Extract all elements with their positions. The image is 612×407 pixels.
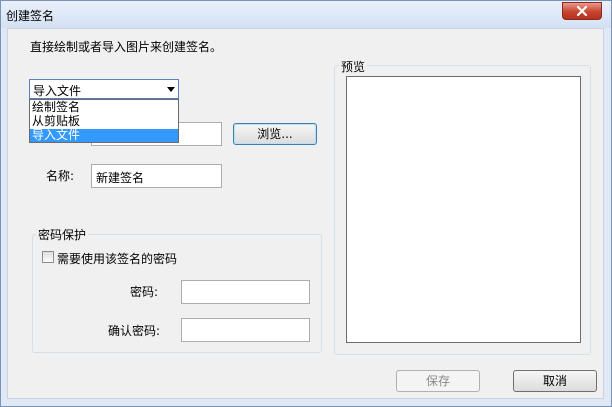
browse-button[interactable]: 浏览...	[233, 123, 317, 145]
require-password-label[interactable]: 需要使用该签名的密码	[57, 250, 177, 267]
dropdown-option-clipboard[interactable]: 从剪贴板	[30, 115, 178, 128]
source-selected-value: 导入文件	[33, 84, 82, 98]
name-input[interactable]: 新建签名	[91, 164, 222, 188]
save-button[interactable]: 保存	[396, 370, 480, 392]
window-title: 创建签名	[6, 9, 55, 23]
name-value: 新建签名	[96, 171, 145, 185]
require-password-checkbox[interactable]	[42, 251, 54, 263]
confirm-password-input[interactable]	[181, 318, 310, 342]
password-label: 密码:	[130, 285, 159, 299]
preview-canvas	[346, 76, 581, 343]
name-label: 名称:	[46, 169, 75, 183]
preview-legend: 预览	[339, 58, 368, 75]
source-dropdown-list: 绘制签名 从剪贴板 导入文件	[29, 99, 179, 143]
password-input[interactable]	[181, 280, 310, 304]
close-icon	[576, 5, 588, 17]
dropdown-option-import-file[interactable]: 导入文件	[30, 129, 178, 142]
chevron-down-icon	[167, 87, 175, 92]
dropdown-option-draw[interactable]: 绘制签名	[30, 101, 178, 114]
confirm-password-label: 确认密码:	[108, 324, 161, 338]
signature-source-select[interactable]: 导入文件	[29, 79, 179, 99]
instruction-text: 直接绘制或者导入图片来创建签名。	[30, 40, 223, 54]
close-button[interactable]	[562, 2, 602, 20]
title-bar[interactable]: 创建签名	[1, 1, 611, 28]
cancel-button[interactable]: 取消	[513, 370, 597, 392]
password-legend: 密码保护	[36, 226, 89, 243]
